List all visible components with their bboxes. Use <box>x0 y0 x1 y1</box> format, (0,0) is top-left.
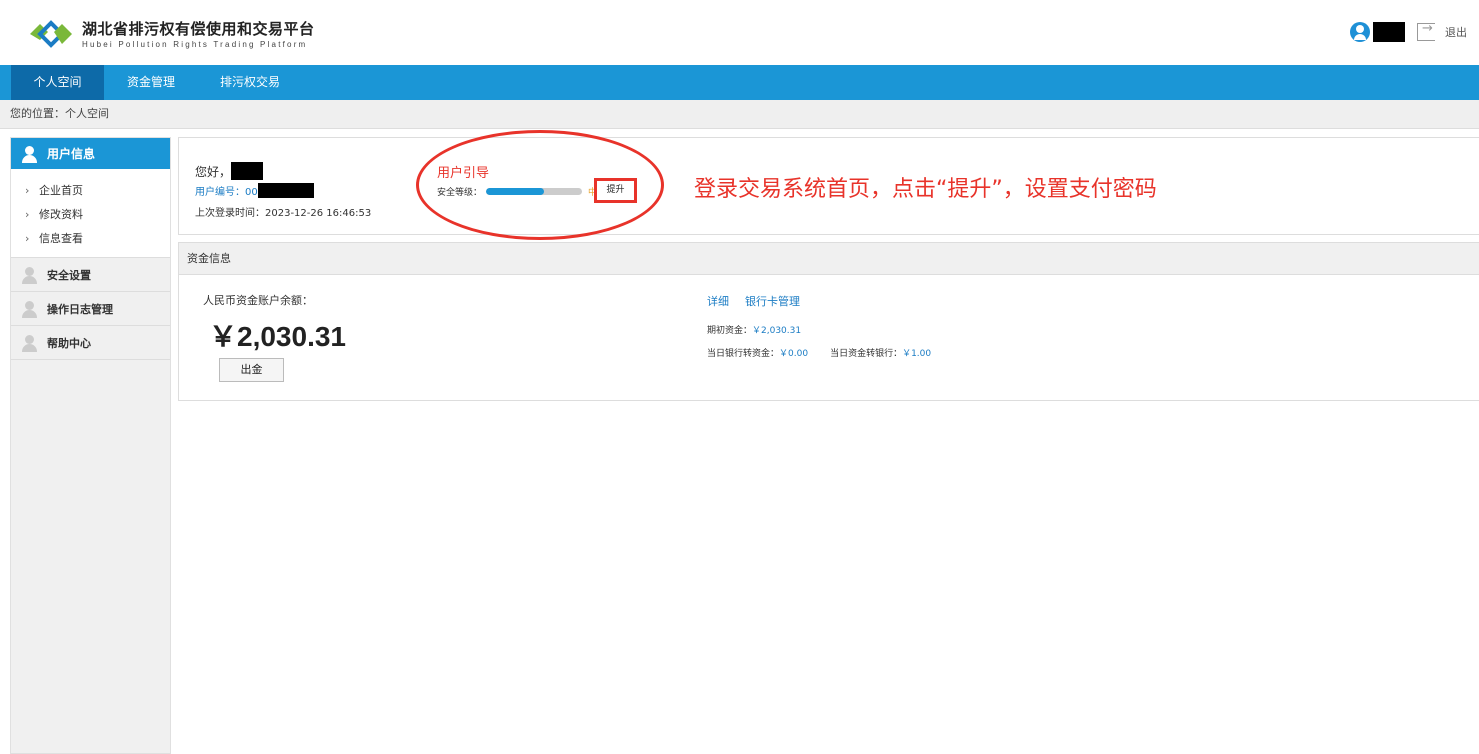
opening-funds: 期初资金：￥2,030.31 <box>707 323 801 336</box>
upgrade-button[interactable]: 提升 <box>594 178 637 203</box>
platform-subtitle: Hubei Pollution Rights Trading Platform <box>82 40 308 49</box>
user-icon <box>21 300 39 318</box>
platform-logo <box>30 20 72 48</box>
header: 湖北省排污权有偿使用和交易平台 Hubei Pollution Rights T… <box>0 0 1479 64</box>
nav-personal-space[interactable]: 个人空间 <box>11 65 104 100</box>
funds-card-title: 资金信息 <box>179 243 1479 275</box>
fund-to-bank-value: ￥1.00 <box>902 349 932 359</box>
sidebar-item-company-home[interactable]: › 企业首页 <box>25 179 170 203</box>
security-level-label: 安全等级： <box>437 188 483 198</box>
sidebar-item-view-info[interactable]: › 信息查看 <box>25 227 170 251</box>
security-level: 安全等级： 中 <box>437 185 597 198</box>
nav-funds-management[interactable]: 资金管理 <box>113 65 189 100</box>
greeting: 您好， <box>195 162 264 180</box>
opening-funds-value: ￥2,030.31 <box>752 326 802 336</box>
funds-links: 详细 银行卡管理 <box>707 293 800 309</box>
sidebar-item-label: 修改资料 <box>39 208 83 221</box>
daily-transfers: 当日银行转资金：￥0.00 当日资金转银行：￥1.00 <box>707 346 931 359</box>
user-icon <box>21 334 39 352</box>
sidebar-item-label: 企业首页 <box>39 184 83 197</box>
bank-to-fund-label: 当日银行转资金： <box>707 349 780 359</box>
user-guide-title: 用户引导 <box>437 166 490 181</box>
username-redacted <box>231 162 264 180</box>
fund-to-bank-label: 当日资金转银行： <box>830 349 903 359</box>
sidebar-item-security-settings[interactable]: 安全设置 <box>11 258 170 292</box>
logo-text: 湖北省排污权有偿使用和交易平台 Hubei Pollution Rights T… <box>82 18 315 49</box>
sidebar: 用户信息 › 企业首页 › 修改资料 › 信息查看 安全设置 操作日志管理 帮助中心 <box>10 137 171 754</box>
sidebar-head-user-info[interactable]: 用户信息 <box>11 138 170 169</box>
user-icon <box>21 145 39 163</box>
user-avatar-icon[interactable] <box>1350 22 1370 42</box>
sidebar-item-label: 信息查看 <box>39 232 83 245</box>
opening-funds-label: 期初资金： <box>707 326 753 336</box>
username-redacted <box>1373 22 1405 42</box>
logout-link[interactable]: 退出 <box>1445 24 1467 40</box>
sidebar-sub-list: › 企业首页 › 修改资料 › 信息查看 <box>11 169 170 258</box>
fund-to-bank: 当日资金转银行：￥1.00 <box>830 346 931 359</box>
user-icon <box>21 266 39 284</box>
main-nav: 个人空间 资金管理 排污权交易 <box>0 65 1479 100</box>
sidebar-item-operation-log[interactable]: 操作日志管理 <box>11 292 170 326</box>
security-level-fill <box>486 188 544 195</box>
sidebar-item-label: 操作日志管理 <box>47 302 113 316</box>
logout-icon[interactable] <box>1417 21 1435 41</box>
sidebar-head-label: 用户信息 <box>47 147 96 161</box>
bank-card-management-link[interactable]: 银行卡管理 <box>745 293 800 309</box>
withdraw-button[interactable]: 出金 <box>219 358 284 382</box>
user-number-text: 用户编号：00 <box>195 187 258 198</box>
chevron-right-icon: › <box>25 208 30 221</box>
funds-info-card: 资金信息 人民币资金账户余额： ￥2,030.31 出金 详细 银行卡管理 期初… <box>178 242 1479 401</box>
user-number-redacted <box>257 183 314 198</box>
bank-to-fund-value: ￥0.00 <box>779 349 809 359</box>
security-level-bar <box>486 188 583 195</box>
user-area: 退出 <box>1350 20 1467 44</box>
bank-to-fund: 当日银行转资金：￥0.00 <box>707 346 808 359</box>
last-login-time: 上次登录时间：2023-12-26 16:46:53 <box>195 208 372 219</box>
sidebar-item-label: 安全设置 <box>47 268 91 282</box>
sidebar-item-label: 帮助中心 <box>47 336 91 350</box>
platform-title: 湖北省排污权有偿使用和交易平台 <box>82 20 315 38</box>
sidebar-item-help-center[interactable]: 帮助中心 <box>11 326 170 360</box>
greeting-text: 您好， <box>195 164 232 179</box>
balance-value: ￥2,030.31 <box>209 321 346 352</box>
user-number: 用户编号：00 <box>195 183 314 198</box>
sidebar-item-edit-profile[interactable]: › 修改资料 <box>25 203 170 227</box>
breadcrumb: 您的位置：个人空间 <box>0 100 1479 129</box>
details-link[interactable]: 详细 <box>707 293 729 309</box>
annotation-text: 登录交易系统首页，点击“提升”，设置支付密码 <box>694 177 1157 202</box>
balance-label: 人民币资金账户余额： <box>203 294 313 307</box>
nav-emission-trading[interactable]: 排污权交易 <box>210 65 290 100</box>
chevron-right-icon: › <box>25 232 30 245</box>
chevron-right-icon: › <box>25 184 30 197</box>
